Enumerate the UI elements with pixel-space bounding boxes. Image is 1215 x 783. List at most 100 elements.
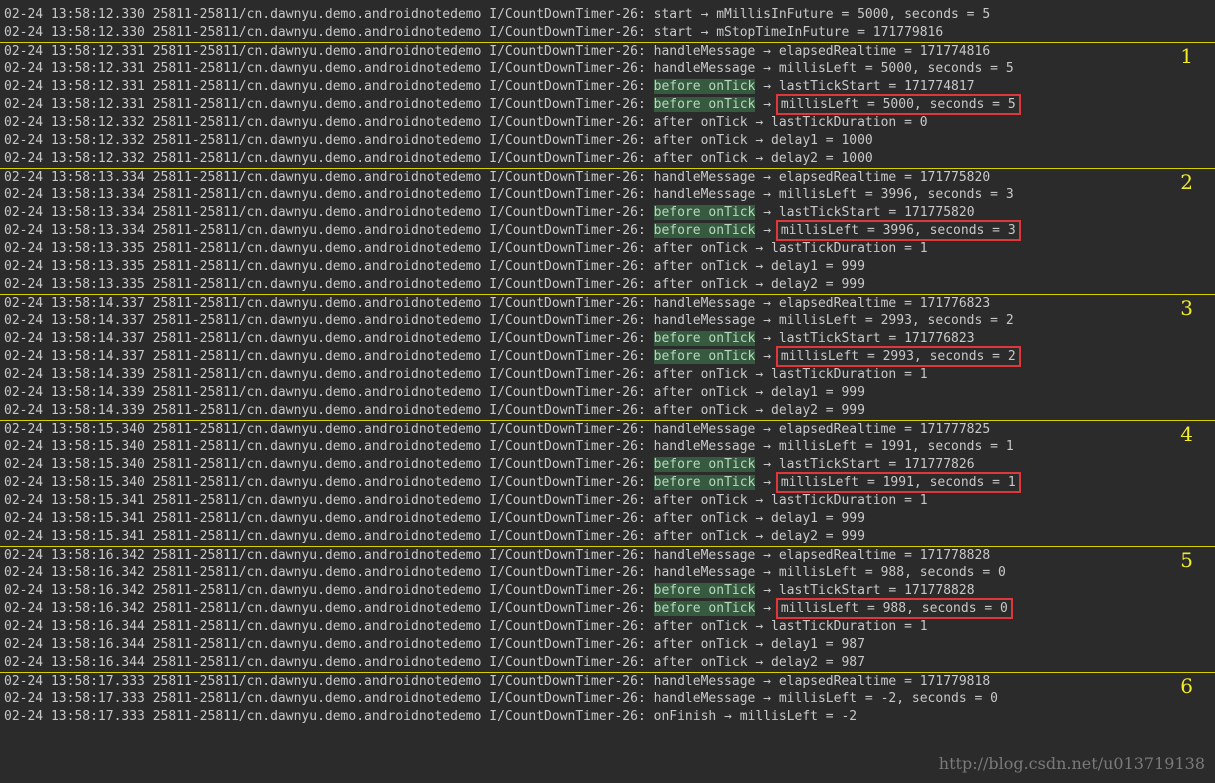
log-line[interactable]: 02-24 13:58:15.341 25811-25811/cn.dawnyu… <box>0 510 1215 528</box>
log-line-text: 02-24 13:58:14.339 25811-25811/cn.dawnyu… <box>4 403 865 418</box>
watermark: http://blog.csdn.net/u013719138 <box>938 754 1205 773</box>
log-line-arrow: → <box>755 601 779 616</box>
log-line[interactable]: 02-24 13:58:15.340 25811-25811/cn.dawnyu… <box>0 472 1215 493</box>
log-line-text: 02-24 13:58:12.331 25811-25811/cn.dawnyu… <box>4 44 991 59</box>
log-line[interactable]: 02-24 13:58:17.333 25811-25811/cn.dawnyu… <box>0 672 1215 696</box>
log-line[interactable]: 02-24 13:58:14.337 25811-25811/cn.dawnyu… <box>0 312 1215 330</box>
log-line[interactable]: 02-24 13:58:13.334 25811-25811/cn.dawnyu… <box>0 220 1215 241</box>
log-line-text: 02-24 13:58:13.335 25811-25811/cn.dawnyu… <box>4 241 928 256</box>
log-line[interactable]: 02-24 13:58:14.339 25811-25811/cn.dawnyu… <box>0 402 1215 420</box>
log-line[interactable]: 02-24 13:58:16.342 25811-25811/cn.dawnyu… <box>0 582 1215 600</box>
log-line-text: 02-24 13:58:17.333 25811-25811/cn.dawnyu… <box>4 709 858 724</box>
log-line-text: 02-24 13:58:14.339 25811-25811/cn.dawnyu… <box>4 367 928 382</box>
log-line-text: 02-24 13:58:12.332 25811-25811/cn.dawnyu… <box>4 133 873 148</box>
log-line-arrow: → <box>755 223 779 238</box>
log-line[interactable]: 02-24 13:58:13.335 25811-25811/cn.dawnyu… <box>0 240 1215 258</box>
search-highlight: before onTick <box>653 331 756 346</box>
log-line[interactable]: 02-24 13:58:15.341 25811-25811/cn.dawnyu… <box>0 528 1215 546</box>
logcat-output[interactable]: 02-24 13:58:12.330 25811-25811/cn.dawnyu… <box>0 6 1215 726</box>
log-line[interactable]: 02-24 13:58:15.341 25811-25811/cn.dawnyu… <box>0 492 1215 510</box>
log-line[interactable]: 02-24 13:58:13.335 25811-25811/cn.dawnyu… <box>0 276 1215 294</box>
log-line[interactable]: 02-24 13:58:12.330 25811-25811/cn.dawnyu… <box>0 24 1215 42</box>
search-highlight: before onTick <box>653 457 756 472</box>
log-line[interactable]: 02-24 13:58:12.331 25811-25811/cn.dawnyu… <box>0 60 1215 78</box>
log-line-arrow: → <box>755 349 779 364</box>
log-line-text: 02-24 13:58:12.331 25811-25811/cn.dawnyu… <box>4 61 1014 76</box>
annotation-box: millisLeft = 1991, seconds = 1 <box>775 472 1021 493</box>
search-highlight: before onTick <box>653 601 756 616</box>
log-line-text: 02-24 13:58:15.340 25811-25811/cn.dawnyu… <box>4 422 991 437</box>
log-line-text: 02-24 13:58:17.333 25811-25811/cn.dawnyu… <box>4 674 991 689</box>
log-line[interactable]: 02-24 13:58:16.342 25811-25811/cn.dawnyu… <box>0 546 1215 570</box>
log-line[interactable]: 02-24 13:58:15.340 25811-25811/cn.dawnyu… <box>0 420 1215 444</box>
log-line-text: 02-24 13:58:15.341 25811-25811/cn.dawnyu… <box>4 493 928 508</box>
log-line-rest: → lastTickStart = 171777826 <box>755 457 975 472</box>
log-line-text: 02-24 13:58:14.339 25811-25811/cn.dawnyu… <box>4 385 865 400</box>
log-line-prefix: 02-24 13:58:15.340 25811-25811/cn.dawnyu… <box>4 475 654 490</box>
annotation-box: millisLeft = 5000, seconds = 5 <box>775 94 1021 115</box>
log-line-text: 02-24 13:58:16.342 25811-25811/cn.dawnyu… <box>4 565 1006 580</box>
log-line-text: 02-24 13:58:13.334 25811-25811/cn.dawnyu… <box>4 170 991 185</box>
log-line-text: 02-24 13:58:16.344 25811-25811/cn.dawnyu… <box>4 619 928 634</box>
log-line[interactable]: 02-24 13:58:16.342 25811-25811/cn.dawnyu… <box>0 564 1215 582</box>
log-line-rest: → lastTickStart = 171778828 <box>755 583 975 598</box>
log-line-text: 02-24 13:58:14.337 25811-25811/cn.dawnyu… <box>4 313 1014 328</box>
log-line-prefix: 02-24 13:58:13.334 25811-25811/cn.dawnyu… <box>4 205 654 220</box>
log-line[interactable]: 02-24 13:58:16.344 25811-25811/cn.dawnyu… <box>0 654 1215 672</box>
log-line-text: 02-24 13:58:16.344 25811-25811/cn.dawnyu… <box>4 637 865 652</box>
log-line-text: 02-24 13:58:12.332 25811-25811/cn.dawnyu… <box>4 151 873 166</box>
log-line-text: 02-24 13:58:17.333 25811-25811/cn.dawnyu… <box>4 691 998 706</box>
log-line[interactable]: 02-24 13:58:14.339 25811-25811/cn.dawnyu… <box>0 366 1215 384</box>
log-line-rest: → lastTickStart = 171774817 <box>755 79 975 94</box>
log-line[interactable]: 02-24 13:58:16.342 25811-25811/cn.dawnyu… <box>0 598 1215 619</box>
log-line-text: 02-24 13:58:13.335 25811-25811/cn.dawnyu… <box>4 259 865 274</box>
search-highlight: before onTick <box>653 349 756 364</box>
log-line[interactable]: 02-24 13:58:15.340 25811-25811/cn.dawnyu… <box>0 456 1215 474</box>
log-line[interactable]: 02-24 13:58:16.344 25811-25811/cn.dawnyu… <box>0 618 1215 636</box>
annotation-box: millisLeft = 3996, seconds = 3 <box>775 220 1021 241</box>
log-line[interactable]: 02-24 13:58:13.334 25811-25811/cn.dawnyu… <box>0 186 1215 204</box>
log-line-prefix: 02-24 13:58:13.334 25811-25811/cn.dawnyu… <box>4 223 654 238</box>
search-highlight: before onTick <box>653 583 756 598</box>
log-line[interactable]: 02-24 13:58:13.334 25811-25811/cn.dawnyu… <box>0 204 1215 222</box>
log-line-prefix: 02-24 13:58:14.337 25811-25811/cn.dawnyu… <box>4 349 654 364</box>
log-line[interactable]: 02-24 13:58:13.334 25811-25811/cn.dawnyu… <box>0 168 1215 192</box>
log-line[interactable]: 02-24 13:58:14.337 25811-25811/cn.dawnyu… <box>0 294 1215 318</box>
log-line-rest: → lastTickStart = 171776823 <box>755 331 975 346</box>
log-line[interactable]: 02-24 13:58:17.333 25811-25811/cn.dawnyu… <box>0 708 1215 726</box>
log-line-text: 02-24 13:58:15.340 25811-25811/cn.dawnyu… <box>4 439 1014 454</box>
log-line-prefix: 02-24 13:58:16.342 25811-25811/cn.dawnyu… <box>4 583 654 598</box>
log-line[interactable]: 02-24 13:58:14.337 25811-25811/cn.dawnyu… <box>0 330 1215 348</box>
log-line-text: 02-24 13:58:14.337 25811-25811/cn.dawnyu… <box>4 296 991 311</box>
log-line[interactable]: 02-24 13:58:12.331 25811-25811/cn.dawnyu… <box>0 42 1215 66</box>
search-highlight: before onTick <box>653 205 756 220</box>
log-line-arrow: → <box>755 475 779 490</box>
log-line-text: 02-24 13:58:16.342 25811-25811/cn.dawnyu… <box>4 548 991 563</box>
log-line-text: 02-24 13:58:15.341 25811-25811/cn.dawnyu… <box>4 529 865 544</box>
log-line[interactable]: 02-24 13:58:15.340 25811-25811/cn.dawnyu… <box>0 438 1215 456</box>
log-line-prefix: 02-24 13:58:12.331 25811-25811/cn.dawnyu… <box>4 97 654 112</box>
log-line-prefix: 02-24 13:58:12.331 25811-25811/cn.dawnyu… <box>4 79 654 94</box>
log-line[interactable]: 02-24 13:58:17.333 25811-25811/cn.dawnyu… <box>0 690 1215 708</box>
log-line-text: 02-24 13:58:12.330 25811-25811/cn.dawnyu… <box>4 25 944 40</box>
log-line[interactable]: 02-24 13:58:12.331 25811-25811/cn.dawnyu… <box>0 78 1215 96</box>
log-line[interactable]: 02-24 13:58:12.331 25811-25811/cn.dawnyu… <box>0 94 1215 115</box>
annotation-box: millisLeft = 2993, seconds = 2 <box>775 346 1021 367</box>
annotation-box: millisLeft = 988, seconds = 0 <box>775 598 1013 619</box>
log-line[interactable]: 02-24 13:58:14.337 25811-25811/cn.dawnyu… <box>0 346 1215 367</box>
log-line[interactable]: 02-24 13:58:16.344 25811-25811/cn.dawnyu… <box>0 636 1215 654</box>
log-line-text: 02-24 13:58:12.332 25811-25811/cn.dawnyu… <box>4 115 928 130</box>
log-line[interactable]: 02-24 13:58:12.332 25811-25811/cn.dawnyu… <box>0 114 1215 132</box>
log-line[interactable]: 02-24 13:58:12.332 25811-25811/cn.dawnyu… <box>0 132 1215 150</box>
log-line-text: 02-24 13:58:13.335 25811-25811/cn.dawnyu… <box>4 277 865 292</box>
log-line-prefix: 02-24 13:58:16.342 25811-25811/cn.dawnyu… <box>4 601 654 616</box>
log-line[interactable]: 02-24 13:58:14.339 25811-25811/cn.dawnyu… <box>0 384 1215 402</box>
log-line-text: 02-24 13:58:12.330 25811-25811/cn.dawnyu… <box>4 7 991 22</box>
log-line[interactable]: 02-24 13:58:12.330 25811-25811/cn.dawnyu… <box>0 6 1215 24</box>
log-line[interactable]: 02-24 13:58:13.335 25811-25811/cn.dawnyu… <box>0 258 1215 276</box>
log-line[interactable]: 02-24 13:58:12.332 25811-25811/cn.dawnyu… <box>0 150 1215 168</box>
log-line-text: 02-24 13:58:16.344 25811-25811/cn.dawnyu… <box>4 655 865 670</box>
log-line-text: 02-24 13:58:15.341 25811-25811/cn.dawnyu… <box>4 511 865 526</box>
search-highlight: before onTick <box>653 97 756 112</box>
search-highlight: before onTick <box>653 79 756 94</box>
